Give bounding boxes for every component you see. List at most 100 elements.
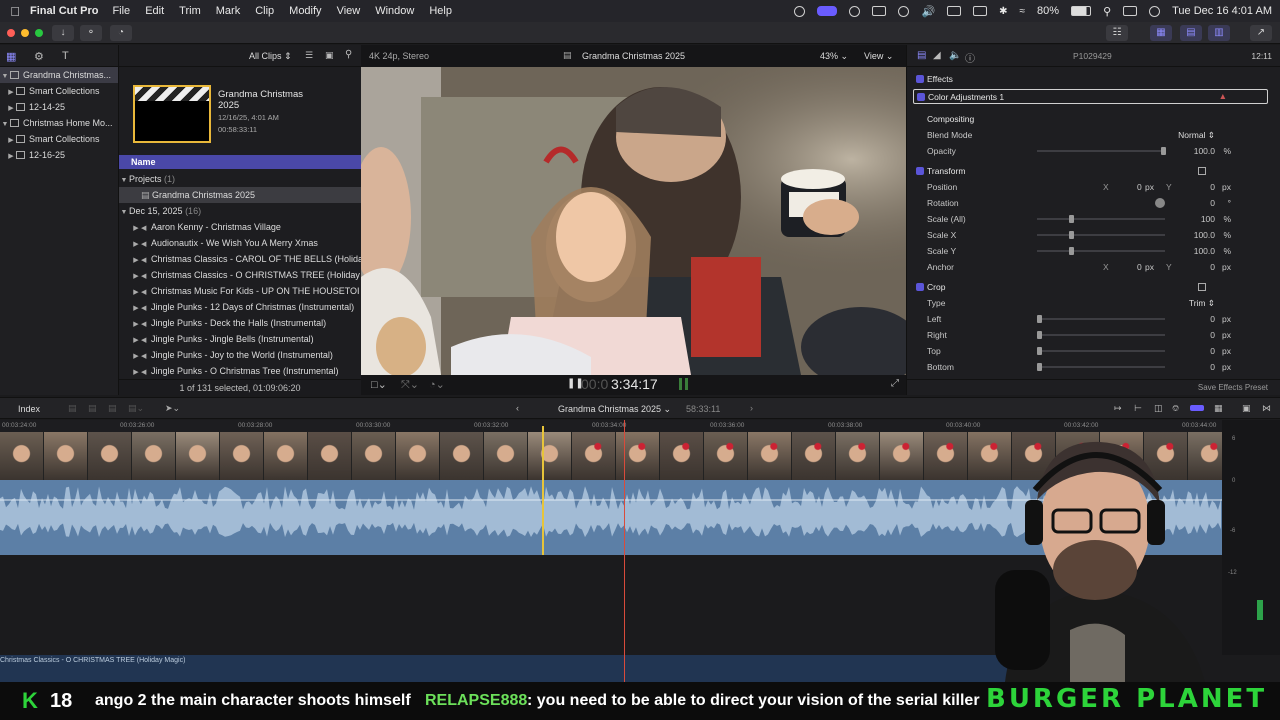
disclosure-right-icon[interactable]: ▶ <box>6 101 16 115</box>
date-group[interactable]: ▼ Dec 15, 2025 (16) <box>119 203 361 219</box>
slider-knob[interactable] <box>1037 331 1042 339</box>
position-x-value[interactable]: 0 <box>1137 179 1142 195</box>
crop-section[interactable]: Crop <box>907 279 1280 295</box>
blend-mode-dropdown[interactable]: Normal ⇕ <box>1178 127 1215 143</box>
battery-icon[interactable] <box>1071 6 1092 16</box>
opacity-slider[interactable] <box>1037 147 1166 155</box>
library-item[interactable]: ▶ 12-14-25 <box>0 99 118 115</box>
timecode-display[interactable]: 3:34:17 <box>611 376 658 392</box>
menu-clip[interactable]: Clip <box>255 5 274 17</box>
crop-top-slider[interactable] <box>1037 347 1165 355</box>
library-item[interactable]: ▶ 12-16-25 <box>0 147 118 163</box>
menu-window[interactable]: Window <box>375 5 414 17</box>
menu-help[interactable]: Help <box>429 5 452 17</box>
disclosure-right-icon[interactable]: ▶ <box>131 365 141 379</box>
color-mask-icon[interactable]: ▲ <box>1219 91 1227 101</box>
transitions-browser-icon[interactable]: ⋈ <box>1262 403 1271 414</box>
disclosure-right-icon[interactable]: ▶ <box>6 149 16 163</box>
app-name-menu[interactable]: Final Cut Pro <box>30 5 98 17</box>
control-center-icon[interactable] <box>1123 6 1138 16</box>
rotation-dial[interactable] <box>1155 198 1165 208</box>
slider-knob[interactable] <box>1037 347 1042 355</box>
disclosure-right-icon[interactable]: ▶ <box>131 333 141 347</box>
clip-appearance-icon[interactable]: ▦ <box>1214 403 1223 414</box>
background-tasks-icon[interactable]: ◔ <box>110 25 132 41</box>
save-effects-preset-button[interactable]: Save Effects Preset <box>1198 383 1268 392</box>
disclosure-right-icon[interactable]: ▶ <box>131 253 141 267</box>
crop-left-slider[interactable] <box>1037 315 1165 323</box>
library-item[interactable]: ▶ Smart Collections <box>0 131 118 147</box>
menu-modify[interactable]: Modify <box>289 5 321 17</box>
menu-mark[interactable]: Mark <box>216 5 240 17</box>
zoom-window-icon[interactable] <box>35 29 43 37</box>
disclosure-down-icon[interactable]: ▼ <box>119 205 129 219</box>
crop-checkbox[interactable] <box>916 283 924 291</box>
project-row[interactable]: ▤ Grandma Christmas 2025 <box>119 187 361 203</box>
display-icon[interactable] <box>973 6 988 16</box>
clip-appearance-icon[interactable]: ▣ <box>325 50 334 61</box>
disclosure-right-icon[interactable]: ▶ <box>131 237 141 251</box>
select-tool-icon[interactable]: ➤⌄ <box>165 403 180 414</box>
caption-icon[interactable] <box>947 6 962 16</box>
menubar-clock[interactable]: Tue Dec 16 4:01 AM <box>1172 5 1272 17</box>
video-frame[interactable] <box>361 67 906 375</box>
disclosure-down-icon[interactable]: ▼ <box>119 173 129 187</box>
wifi-icon[interactable]: ≈ <box>1020 6 1026 17</box>
clip-row[interactable]: ▶ ◀ Jingle Punks - 12 Days of Christmas (I… <box>119 299 361 315</box>
solo-icon[interactable]: ◫ <box>1154 403 1163 414</box>
opacity-value[interactable]: 100.0 <box>1194 143 1215 159</box>
siri-icon[interactable] <box>1149 5 1161 17</box>
effects-checkbox[interactable] <box>916 75 924 83</box>
menu-file[interactable]: File <box>112 5 130 17</box>
append-clip-icon[interactable]: ▤ <box>108 403 117 414</box>
clip-row[interactable]: ▶ ◀ Jingle Punks - Jingle Bells (Instrumen… <box>119 331 361 347</box>
globe-icon[interactable] <box>849 5 861 17</box>
history-back-icon[interactable]: ‹ <box>516 403 519 413</box>
transform-tool-icon[interactable]: ⤧⌄ <box>401 378 419 392</box>
skimmer-line[interactable] <box>624 420 625 682</box>
crop-bottom-slider[interactable] <box>1037 363 1165 371</box>
speed-icon[interactable]: ◔⌄ <box>429 378 445 391</box>
effect-row-color-adjustments[interactable]: Color Adjustments 1 ▲ <box>913 89 1268 104</box>
music-clip[interactable]: Christmas Classics - O CHRISTMAS TREE (H… <box>0 655 1040 682</box>
playhead[interactable] <box>542 426 544 555</box>
clip-row[interactable]: ▶ ◀ Jingle Punks - O Christmas Tree (Instr… <box>119 363 361 379</box>
clip-row[interactable]: ▶ ◀ Christmas Classics - O CHRISTMAS TREE … <box>119 267 361 283</box>
project-thumbnail[interactable] <box>133 85 211 143</box>
index-button[interactable]: Index <box>18 404 40 414</box>
overwrite-clip-icon[interactable]: ▤⌄ <box>128 403 144 414</box>
photos-icon[interactable]: ⚙ <box>34 50 44 63</box>
clip-row[interactable]: ▶ ◀ Christmas Classics - CAROL OF THE BELL… <box>119 251 361 267</box>
clip-row[interactable]: ▶ ◀ Jingle Punks - Deck the Halls (Instrum… <box>119 315 361 331</box>
scale-x-value[interactable]: 100.0 <box>1194 227 1215 243</box>
scale-all-value[interactable]: 100 <box>1201 211 1215 227</box>
name-column-header[interactable]: Name <box>119 155 361 169</box>
scale-y-slider[interactable] <box>1037 247 1165 255</box>
anchor-x-value[interactable]: 0 <box>1137 259 1142 275</box>
share-icon[interactable]: ↗ <box>1250 25 1272 41</box>
slider-knob[interactable] <box>1161 147 1166 155</box>
snapping-icon[interactable] <box>1190 405 1204 411</box>
library-item[interactable]: ▼ Grandma Christmas... <box>0 67 118 83</box>
color-inspector-icon[interactable]: ◢ <box>933 50 941 61</box>
view-dropdown[interactable]: View ⌄ <box>864 51 893 62</box>
disclosure-down-icon[interactable]: ▼ <box>0 69 10 83</box>
screen-record-icon[interactable] <box>817 6 838 16</box>
keyboard-icon[interactable] <box>872 6 887 16</box>
layout-timeline-icon[interactable]: ▤ <box>1180 25 1202 41</box>
transform-onscreen-icon[interactable] <box>1198 167 1206 175</box>
clip-row[interactable]: ▶ ◀ Christmas Music For Kids - UP ON THE H… <box>119 283 361 299</box>
layout-inspector-icon[interactable]: ▥ <box>1208 25 1230 41</box>
clip-row[interactable]: ▶ ◀ Audionautix - We Wish You A Merry Xmas <box>119 235 361 251</box>
disclosure-right-icon[interactable]: ▶ <box>6 85 16 99</box>
slider-knob[interactable] <box>1069 247 1074 255</box>
scale-all-slider[interactable] <box>1037 215 1165 223</box>
disclosure-right-icon[interactable]: ▶ <box>131 349 141 363</box>
titles-icon[interactable]: T <box>62 50 69 62</box>
scale-y-value[interactable]: 100.0 <box>1194 243 1215 259</box>
slider-knob[interactable] <box>1069 215 1074 223</box>
clip-row[interactable]: ▶ ◀ Aaron Kenny - Christmas Village <box>119 219 361 235</box>
play-icon[interactable] <box>898 5 910 17</box>
rotation-value[interactable]: 0 <box>1210 195 1215 211</box>
search-icon[interactable]: ⚲ <box>1103 5 1111 18</box>
